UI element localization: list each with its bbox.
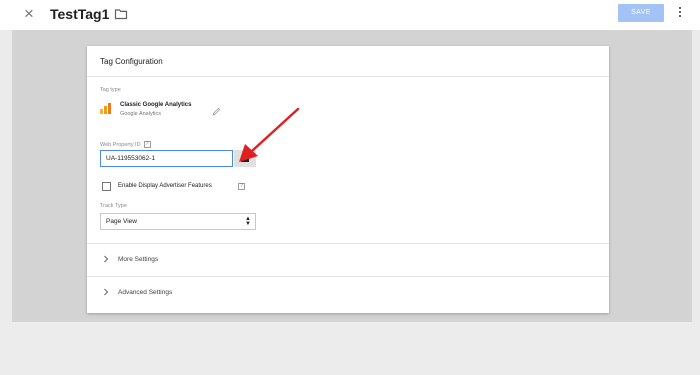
web-property-id-label: Web Property ID?: [100, 141, 151, 148]
web-property-id-label-text: Web Property ID: [100, 141, 141, 148]
section-advanced-settings[interactable]: Advanced Settings: [87, 276, 609, 308]
more-vert-icon[interactable]: [676, 5, 684, 21]
tag-name-title[interactable]: TestTag1: [50, 6, 109, 22]
card-title: Tag Configuration: [100, 57, 163, 66]
folder-icon[interactable]: [114, 7, 128, 21]
display-features-label[interactable]: Enable Display Advertiser Features: [118, 183, 212, 189]
track-type-label: Track Type: [100, 203, 127, 209]
track-type-select[interactable]: Page View ▲ ▼: [100, 213, 256, 230]
tag-type-label: Tag type: [100, 87, 121, 93]
chevron-right-icon: [104, 288, 109, 296]
close-icon[interactable]: ×: [21, 5, 37, 22]
display-features-checkbox[interactable]: [102, 182, 111, 191]
google-analytics-icon: [100, 103, 112, 114]
card-header: Tag Configuration: [87, 46, 609, 77]
help-icon[interactable]: ?: [238, 183, 245, 190]
chevron-right-icon: [104, 255, 109, 263]
tag-type-subtitle: Google Analytics: [120, 111, 161, 117]
tag-type-name[interactable]: Classic Google Analytics: [120, 102, 191, 108]
web-property-id-input[interactable]: [100, 150, 233, 167]
help-icon[interactable]: ?: [143, 141, 151, 148]
save-button[interactable]: SAVE: [618, 4, 664, 22]
top-bar: × TestTag1 SAVE: [0, 0, 700, 30]
more-settings-label: More Settings: [118, 256, 159, 263]
annotation-arrow-icon: [239, 107, 300, 162]
advanced-settings-label: Advanced Settings: [118, 289, 173, 296]
tag-configuration-card: Tag Configuration Tag type Classic Googl…: [87, 46, 609, 313]
section-more-settings[interactable]: More Settings: [87, 243, 609, 275]
lower-background: [0, 322, 700, 375]
select-arrows-icon: ▲ ▼: [245, 216, 251, 227]
pencil-icon[interactable]: [212, 107, 221, 116]
track-type-value: Page View: [106, 218, 137, 225]
